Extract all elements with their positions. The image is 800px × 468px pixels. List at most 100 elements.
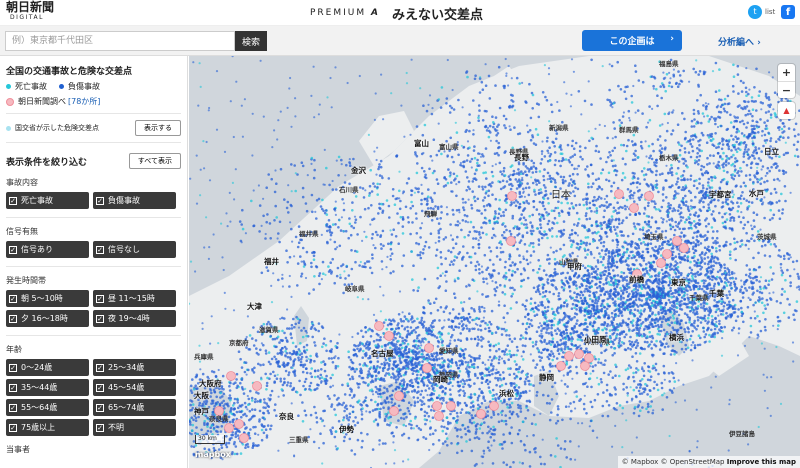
- accident-dot[interactable]: [470, 365, 474, 369]
- accident-dot[interactable]: [415, 339, 418, 343]
- accident-dot[interactable]: [552, 251, 555, 254]
- accident-dot[interactable]: [350, 368, 353, 371]
- accident-dot[interactable]: [242, 392, 246, 395]
- accident-dot[interactable]: [683, 258, 687, 262]
- accident-dot[interactable]: [433, 319, 437, 322]
- accident-dot[interactable]: [375, 338, 379, 342]
- accident-dot[interactable]: [582, 198, 585, 201]
- accident-dot[interactable]: [249, 428, 252, 431]
- accident-dot[interactable]: [189, 384, 193, 388]
- accident-dot[interactable]: [330, 350, 333, 354]
- accident-dot[interactable]: [725, 311, 728, 315]
- accident-dot[interactable]: [309, 372, 312, 375]
- accident-dot[interactable]: [650, 216, 654, 219]
- accident-dot[interactable]: [561, 178, 565, 182]
- accident-dot[interactable]: [509, 187, 513, 191]
- accident-dot[interactable]: [330, 357, 333, 360]
- accident-dot[interactable]: [320, 368, 323, 371]
- accident-dot[interactable]: [249, 389, 252, 393]
- accident-dot[interactable]: [408, 383, 412, 387]
- accident-dot[interactable]: [575, 395, 579, 398]
- accident-dot[interactable]: [390, 401, 393, 404]
- accident-dot[interactable]: [588, 242, 592, 246]
- accident-dot[interactable]: [437, 340, 441, 344]
- accident-dot[interactable]: [626, 234, 630, 238]
- accident-dot[interactable]: [616, 225, 619, 229]
- accident-dot[interactable]: [300, 329, 303, 332]
- accident-dot[interactable]: [493, 215, 497, 218]
- accident-dot[interactable]: [390, 397, 393, 401]
- accident-dot[interactable]: [692, 245, 695, 249]
- accident-dot[interactable]: [465, 327, 469, 330]
- accident-dot[interactable]: [612, 284, 616, 287]
- accident-dot[interactable]: [384, 343, 387, 347]
- accident-dot[interactable]: [602, 240, 606, 244]
- accident-dot[interactable]: [711, 275, 715, 278]
- accident-dot[interactable]: [501, 447, 504, 450]
- accident-dot[interactable]: [568, 289, 572, 293]
- accident-dot[interactable]: [699, 321, 703, 324]
- accident-dot[interactable]: [411, 320, 414, 324]
- accident-dot[interactable]: [478, 387, 481, 391]
- accident-dot[interactable]: [670, 321, 674, 325]
- accident-dot[interactable]: [490, 416, 493, 419]
- accident-dot[interactable]: [676, 166, 680, 170]
- accident-dot[interactable]: [728, 300, 731, 304]
- accident-dot[interactable]: [244, 446, 247, 450]
- accident-dot[interactable]: [517, 367, 521, 371]
- accident-dot[interactable]: [234, 445, 238, 448]
- accident-dot[interactable]: [405, 415, 408, 419]
- accident-dot[interactable]: [403, 412, 407, 415]
- accident-dot[interactable]: [616, 234, 619, 237]
- accident-dot[interactable]: [574, 203, 578, 207]
- accident-dot[interactable]: [441, 389, 445, 393]
- accident-dot[interactable]: [653, 279, 657, 282]
- filter-checkbox[interactable]: ✓ 55〜64歳: [6, 399, 89, 416]
- accident-dot[interactable]: [303, 380, 307, 384]
- accident-dot[interactable]: [644, 267, 647, 271]
- accident-dot[interactable]: [693, 264, 696, 267]
- accident-dot[interactable]: [518, 227, 521, 230]
- accident-dot[interactable]: [473, 337, 477, 341]
- accident-dot[interactable]: [671, 326, 675, 330]
- accident-dot[interactable]: [629, 182, 633, 186]
- accident-dot[interactable]: [482, 395, 485, 399]
- accident-dot[interactable]: [475, 357, 479, 360]
- accident-dot[interactable]: [617, 341, 621, 345]
- accident-dot[interactable]: [368, 343, 371, 346]
- accident-dot[interactable]: [625, 333, 628, 336]
- accident-dot[interactable]: [655, 300, 659, 304]
- accident-dot[interactable]: [660, 147, 664, 150]
- accident-dot[interactable]: [532, 245, 535, 249]
- filter-checkbox[interactable]: ✓ 朝 5〜10時: [6, 290, 89, 307]
- accident-dot[interactable]: [468, 412, 471, 415]
- accident-dot[interactable]: [612, 342, 615, 346]
- accident-dot[interactable]: [680, 272, 683, 275]
- accident-dot[interactable]: [482, 449, 486, 453]
- accident-dot[interactable]: [653, 254, 656, 258]
- accident-dot[interactable]: [542, 184, 546, 187]
- accident-dot[interactable]: [395, 426, 398, 429]
- accident-dot[interactable]: [640, 347, 643, 350]
- accident-dot[interactable]: [239, 405, 243, 408]
- accident-dot[interactable]: [283, 377, 286, 381]
- accident-dot[interactable]: [570, 245, 573, 249]
- accident-dot[interactable]: [711, 278, 714, 282]
- accident-dot[interactable]: [230, 412, 234, 416]
- accident-dot[interactable]: [337, 356, 340, 360]
- accident-dot[interactable]: [274, 345, 277, 349]
- accident-dot[interactable]: [701, 184, 705, 187]
- accident-dot[interactable]: [240, 415, 243, 419]
- accident-dot[interactable]: [562, 220, 566, 223]
- accident-dot[interactable]: [620, 221, 624, 225]
- accident-dot[interactable]: [642, 268, 645, 272]
- accident-dot[interactable]: [480, 335, 483, 339]
- accident-dot[interactable]: [435, 368, 438, 371]
- accident-dot[interactable]: [494, 397, 497, 400]
- accident-dot[interactable]: [578, 245, 582, 249]
- accident-dot[interactable]: [360, 404, 364, 407]
- accident-dot[interactable]: [402, 365, 405, 369]
- accident-dot[interactable]: [309, 354, 312, 358]
- accident-dot[interactable]: [189, 399, 192, 402]
- accident-dot[interactable]: [315, 354, 318, 357]
